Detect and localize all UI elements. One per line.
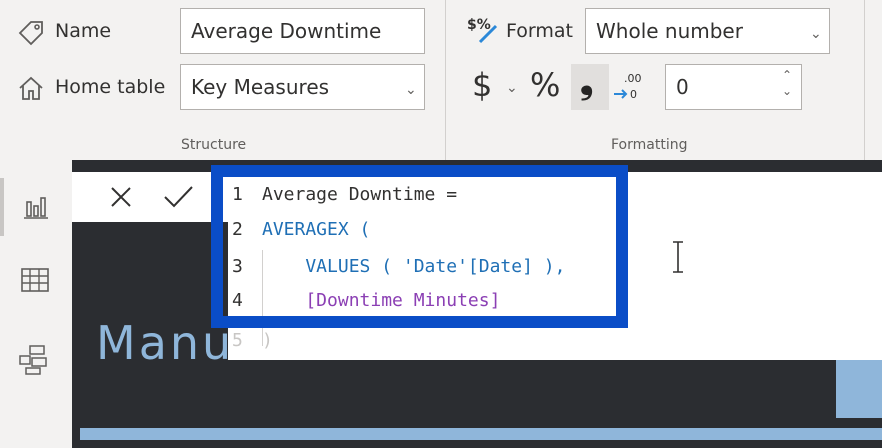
cancel-icon[interactable] — [108, 184, 134, 214]
tag-icon — [16, 18, 46, 50]
code-line[interactable]: ) — [262, 330, 273, 351]
home-table-dropdown[interactable]: Key Measures — [180, 64, 425, 110]
svg-text:0: 0 — [630, 88, 637, 101]
view-rail — [0, 160, 72, 448]
decimal-places-icon[interactable]: .00 0 — [612, 68, 652, 108]
svg-text:$%: $% — [467, 17, 491, 33]
svg-text:.00: .00 — [624, 72, 642, 85]
spinner-down-icon[interactable]: ⌄ — [782, 84, 792, 98]
currency-chevron-down-icon[interactable]: ⌄ — [506, 80, 518, 96]
ribbon: Name Average Downtime Home table Key Mea… — [0, 0, 882, 160]
structure-group-label: Structure — [181, 137, 247, 153]
format-dropdown[interactable]: Whole number — [585, 8, 830, 54]
text-cursor-icon — [670, 240, 686, 278]
comma-symbol: ❟ — [580, 62, 594, 102]
canvas-bottom-bar — [80, 428, 882, 440]
formula-bar-top-tab — [72, 172, 228, 222]
format-label: Format — [506, 20, 573, 42]
highlight-box — [211, 165, 628, 328]
name-input[interactable]: Average Downtime — [180, 8, 425, 54]
name-label: Name — [55, 20, 112, 42]
formatting-group-label: Formatting — [611, 137, 688, 153]
ribbon-divider — [445, 0, 446, 160]
home-table-label: Home table — [55, 76, 166, 98]
ribbon-divider — [864, 0, 865, 160]
chevron-down-icon: ⌄ — [405, 82, 417, 98]
format-icon: $% — [466, 14, 502, 50]
currency-button[interactable]: $ — [472, 66, 492, 104]
line-number: 5 — [232, 330, 243, 351]
data-view-icon[interactable] — [20, 266, 50, 298]
commit-icon[interactable] — [162, 184, 194, 214]
report-view-indicator — [0, 178, 4, 236]
spinner-up-icon[interactable]: ⌃ — [782, 68, 792, 82]
report-view-icon[interactable] — [22, 194, 50, 224]
canvas-title-text-overlay: Manu — [96, 316, 228, 370]
chevron-down-icon: ⌄ — [810, 26, 822, 42]
percent-button[interactable]: % — [530, 66, 560, 104]
canvas-blue-shape — [836, 356, 882, 418]
model-view-icon[interactable] — [18, 344, 50, 380]
home-icon — [16, 74, 46, 106]
